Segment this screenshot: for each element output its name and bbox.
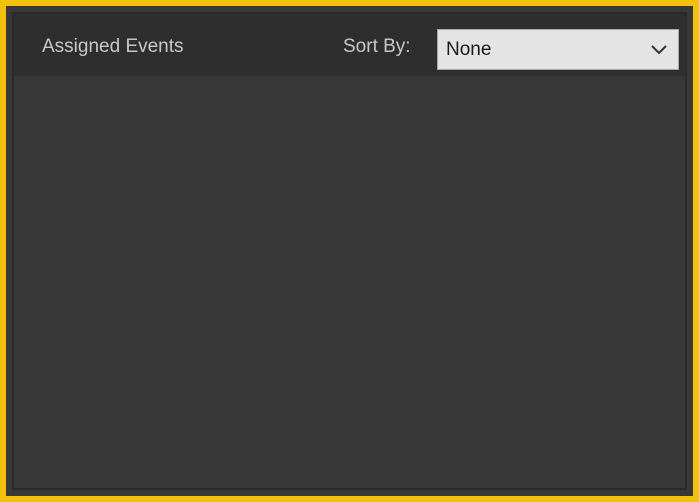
assigned-events-panel: Assigned Events Sort By: None bbox=[12, 12, 687, 490]
sort-by-selected-value: None bbox=[446, 39, 492, 60]
assigned-events-list[interactable] bbox=[14, 76, 685, 488]
panel-title: Assigned Events bbox=[42, 36, 184, 57]
chevron-down-icon bbox=[651, 45, 667, 55]
sort-by-label: Sort By: bbox=[343, 36, 411, 57]
highlight-frame: Assigned Events Sort By: None bbox=[0, 0, 699, 502]
panel-header: Assigned Events Sort By: None bbox=[14, 14, 685, 76]
sort-by-dropdown[interactable]: None bbox=[437, 29, 679, 70]
